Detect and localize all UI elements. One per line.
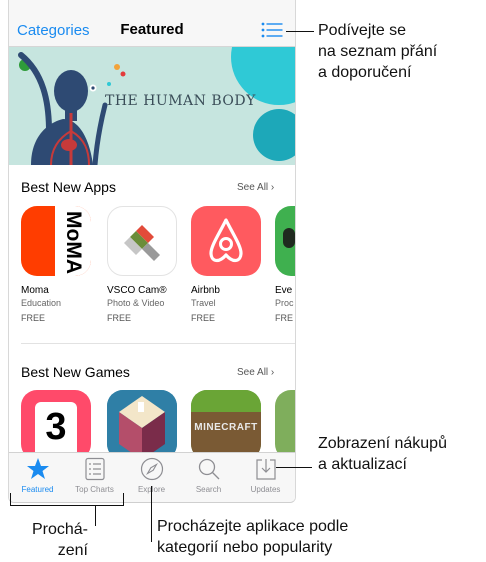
chevron-right-icon: › [268, 367, 275, 378]
see-all-apps-link[interactable]: See All › [237, 182, 274, 193]
tab-label: Top Charts [75, 485, 114, 494]
compass-icon [140, 457, 164, 481]
featured-banner[interactable]: THE HUMAN BODY [9, 47, 295, 165]
moma-app-icon[interactable]: MoMA [21, 206, 91, 276]
tab-label: Featured [21, 485, 54, 494]
monument-valley-art [107, 390, 177, 460]
see-all-label: See All [237, 367, 269, 378]
callout-text: kategorií nebo popularity [157, 539, 333, 556]
airbnb-logo [209, 218, 243, 263]
eve-logo [283, 228, 295, 248]
app-price[interactable]: FREE [191, 313, 215, 323]
minecraft-game-icon[interactable]: MINECRAFT [191, 390, 261, 460]
airbnb-app-icon[interactable] [191, 206, 261, 276]
threes-game-icon[interactable]: 3 [21, 390, 91, 460]
callout-text: na seznam přání [318, 43, 438, 60]
vsco-logo [124, 225, 160, 261]
app-name: Moma [21, 285, 49, 296]
callout-bracket [123, 493, 124, 506]
navigation-bar: Categories Featured [9, 0, 295, 47]
section-title-apps: Best New Apps [21, 179, 116, 195]
app-price[interactable]: FRE [275, 313, 293, 323]
eve-app-icon[interactable] [275, 206, 295, 276]
app-category: Travel [191, 298, 216, 308]
section-divider [21, 343, 295, 344]
callout-bracket [10, 505, 123, 506]
app-name: VSCO Cam® [107, 285, 167, 296]
callout-text: Zobrazení nákupů [318, 435, 447, 452]
app-store-screen: Categories Featured THE HUMAN BODY Best … [8, 0, 296, 503]
search-icon [198, 458, 220, 480]
tab-search[interactable]: Search [180, 453, 237, 502]
app-category: Proc [275, 298, 294, 308]
callout-text: zení [57, 542, 88, 559]
app-price[interactable]: FREE [21, 313, 45, 323]
app-name: Airbnb [191, 285, 220, 296]
callout-wishlist: Podívejte se na seznam přání a doporučen… [318, 20, 437, 83]
app-price[interactable]: FREE [107, 313, 131, 323]
download-icon [256, 459, 276, 480]
tab-top-charts[interactable]: Top Charts [66, 453, 123, 502]
chevron-right-icon: › [268, 182, 275, 193]
tab-featured[interactable]: Featured [9, 453, 66, 502]
callout-line [276, 467, 312, 468]
callout-explore: Procházejte aplikace podle kategorií neb… [157, 516, 348, 558]
list-icon[interactable] [261, 22, 283, 38]
banner-title: THE HUMAN BODY [105, 93, 256, 109]
callout-text: Prochá- [31, 521, 88, 538]
star-icon [27, 458, 49, 479]
moma-logo-text: MoMA [62, 211, 85, 274]
minecraft-logo-text: MINECRAFT [194, 422, 258, 433]
see-all-label: See All [237, 182, 269, 193]
section-title-games: Best New Games [21, 364, 130, 380]
callout-line [95, 505, 96, 526]
app-category: Photo & Video [107, 298, 165, 308]
tab-updates[interactable]: Updates [237, 453, 294, 502]
tab-label: Updates [250, 485, 281, 494]
callout-text: a doporučení [318, 64, 412, 81]
page-title: Featured [120, 21, 184, 38]
vsco-app-icon[interactable] [107, 206, 177, 276]
app-name: Eve [275, 285, 293, 296]
callout-line [286, 31, 314, 32]
callout-purchases: Zobrazení nákupů a aktualizací [318, 433, 447, 475]
minecraft-grass [191, 390, 261, 412]
game-icon[interactable] [275, 390, 295, 460]
see-all-games-link[interactable]: See All › [237, 367, 274, 378]
monument-valley-game-icon[interactable] [107, 390, 177, 460]
callout-text: Podívejte se [318, 22, 407, 39]
tab-bar: Featured Top Charts Explore [9, 452, 295, 502]
callout-text: a aktualizací [318, 456, 407, 473]
app-category: Education [21, 298, 62, 308]
callout-text: Procházejte aplikace podle [157, 518, 349, 535]
callout-line [151, 486, 152, 542]
tab-label: Search [195, 485, 222, 494]
callout-browse: Prochá- zení [30, 519, 88, 561]
list-icon [85, 457, 105, 481]
threes-number: 3 [45, 406, 67, 448]
